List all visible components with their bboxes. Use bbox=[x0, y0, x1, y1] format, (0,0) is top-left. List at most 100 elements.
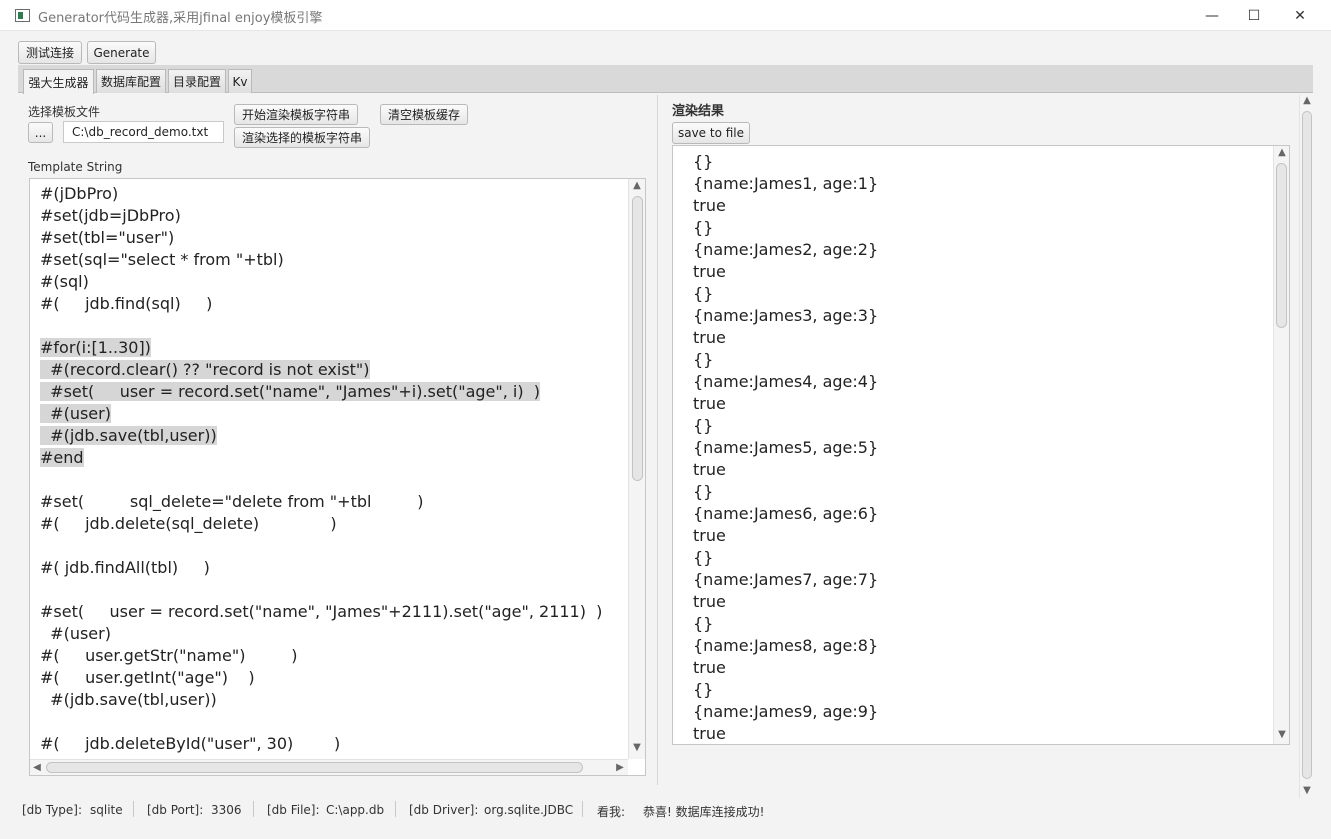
code-line[interactable]: #(sql) bbox=[40, 271, 602, 293]
result-line: {name:James9, age:9} bbox=[693, 702, 879, 721]
code-line[interactable] bbox=[40, 535, 602, 557]
editor-horizontal-scrollbar[interactable]: ◀ ▶ bbox=[30, 759, 628, 775]
result-lines: {} {name:James1, age:1} true {} {name:James2… bbox=[693, 151, 879, 744]
result-line: {name:James3, age:3} bbox=[693, 306, 879, 325]
result-scroll-thumb[interactable] bbox=[1276, 163, 1287, 328]
template-string-label: Template String bbox=[28, 160, 123, 174]
page-scroll-thumb[interactable] bbox=[1302, 111, 1312, 779]
scroll-left-icon[interactable]: ◀ bbox=[30, 762, 44, 773]
code-line[interactable]: #( jdb.findAll(tbl) ) bbox=[40, 557, 602, 579]
scroll-down-icon[interactable]: ▼ bbox=[630, 742, 644, 753]
scroll-up-icon[interactable]: ▲ bbox=[630, 180, 644, 191]
code-line[interactable]: #(record.clear() ?? "record is not exist… bbox=[40, 359, 602, 381]
test-connection-button[interactable]: 测试连接 bbox=[18, 41, 82, 64]
status-separator bbox=[133, 801, 134, 817]
template-path-field[interactable]: C:\db_record_demo.txt bbox=[63, 121, 224, 143]
browse-button[interactable]: ... bbox=[28, 122, 53, 143]
split-divider[interactable] bbox=[657, 95, 658, 785]
tab-db-config[interactable]: 数据库配置 bbox=[96, 69, 166, 93]
editor-vertical-scrollbar[interactable]: ▲ ▼ bbox=[628, 179, 645, 759]
code-line-text: #(record.clear() ?? "record is not exist… bbox=[40, 360, 370, 379]
db-file-label: [db File]: bbox=[267, 803, 320, 817]
code-line[interactable]: #set( user = record.set("name", "James"+… bbox=[40, 601, 602, 623]
code-line-text: #(jDbPro) bbox=[40, 184, 119, 203]
code-line-text: #for(i:[1..30]) bbox=[40, 338, 151, 357]
code-line[interactable]: #(user) bbox=[40, 403, 602, 425]
title-bar: Generator代码生成器,采用jfinal enjoy模板引擎 — ☐ ✕ bbox=[0, 0, 1331, 31]
scroll-up-icon[interactable]: ▲ bbox=[1275, 147, 1289, 158]
result-line: {name:James7, age:7} bbox=[693, 570, 879, 589]
code-line[interactable]: #( user.getInt("age") ) bbox=[40, 667, 602, 689]
close-icon[interactable]: ✕ bbox=[1277, 0, 1323, 31]
app-icon bbox=[15, 9, 30, 22]
code-line[interactable]: #set(jdb=jDbPro) bbox=[40, 205, 602, 227]
code-line[interactable]: #(jdb.save(tbl,user)) bbox=[40, 689, 602, 711]
code-line[interactable]: #for(i:[1..30]) bbox=[40, 337, 602, 359]
code-line[interactable] bbox=[40, 711, 602, 733]
code-line-text: #( user.getStr("name") ) bbox=[40, 646, 298, 665]
page-vertical-scrollbar[interactable]: ▲ ▼ bbox=[1299, 95, 1313, 798]
scroll-up-icon[interactable]: ▲ bbox=[1300, 95, 1314, 106]
code-line-text: #( jdb.deleteById("user", 30) ) bbox=[40, 734, 341, 753]
code-line-text: #set(jdb=jDbPro) bbox=[40, 206, 181, 225]
result-line: true bbox=[693, 262, 726, 281]
result-line: true bbox=[693, 460, 726, 479]
editor-scroll-thumb[interactable] bbox=[632, 196, 643, 481]
save-to-file-button[interactable]: save to file bbox=[672, 122, 750, 144]
window-title: Generator代码生成器,采用jfinal enjoy模板引擎 bbox=[38, 11, 323, 26]
result-line: true bbox=[693, 526, 726, 545]
code-lines[interactable]: #(jDbPro) #set(jdb=jDbPro) #set(tbl="user"… bbox=[40, 183, 602, 755]
code-line[interactable]: #(jDbPro) bbox=[40, 183, 602, 205]
result-output[interactable]: {} {name:James1, age:1} true {} {name:James2… bbox=[672, 145, 1290, 745]
db-port-label: [db Port]: bbox=[147, 803, 204, 817]
code-line[interactable]: #( jdb.deleteById("user", 30) ) bbox=[40, 733, 602, 755]
maximize-icon[interactable]: ☐ bbox=[1231, 0, 1277, 31]
db-type-value: sqlite bbox=[90, 803, 123, 817]
code-line-text: #( jdb.findAll(tbl) ) bbox=[40, 558, 210, 577]
code-line-text: #( jdb.find(sql) ) bbox=[40, 294, 213, 313]
code-line[interactable]: #set( sql_delete="delete from "+tbl ) bbox=[40, 491, 602, 513]
result-line: true bbox=[693, 592, 726, 611]
result-line: {} bbox=[693, 482, 714, 501]
result-vertical-scrollbar[interactable]: ▲ ▼ bbox=[1273, 146, 1289, 744]
result-line: true bbox=[693, 658, 726, 677]
code-line[interactable]: #( jdb.find(sql) ) bbox=[40, 293, 602, 315]
code-line[interactable]: #end bbox=[40, 447, 602, 469]
minimize-icon[interactable]: — bbox=[1189, 0, 1235, 31]
result-label: 渲染结果 bbox=[672, 104, 725, 119]
scroll-down-icon[interactable]: ▼ bbox=[1275, 729, 1289, 740]
code-line[interactable] bbox=[40, 315, 602, 337]
scroll-right-icon[interactable]: ▶ bbox=[613, 762, 627, 773]
code-line[interactable]: #set( user = record.set("name", "James"+… bbox=[40, 381, 602, 403]
code-line-text: #(jdb.save(tbl,user)) bbox=[40, 690, 217, 709]
status-separator bbox=[582, 801, 583, 817]
result-line: {name:James2, age:2} bbox=[693, 240, 879, 259]
code-line[interactable]: #set(sql="select * from "+tbl) bbox=[40, 249, 602, 271]
code-line[interactable]: #(jdb.save(tbl,user)) bbox=[40, 425, 602, 447]
code-line-text: #(user) bbox=[40, 404, 111, 423]
tab-generator[interactable]: 强大生成器 bbox=[23, 69, 94, 94]
result-line: {name:James5, age:5} bbox=[693, 438, 879, 457]
code-line[interactable] bbox=[40, 469, 602, 491]
code-line[interactable] bbox=[40, 579, 602, 601]
render-selected-button[interactable]: 渲染选择的模板字符串 bbox=[234, 127, 370, 148]
code-line[interactable]: #set(tbl="user") bbox=[40, 227, 602, 249]
template-editor[interactable]: #(jDbPro) #set(jdb=jDbPro) #set(tbl="user"… bbox=[29, 178, 646, 776]
code-line[interactable]: #( user.getStr("name") ) bbox=[40, 645, 602, 667]
generate-button[interactable]: Generate bbox=[87, 41, 156, 64]
code-line[interactable]: #(user) bbox=[40, 623, 602, 645]
editor-hscroll-thumb[interactable] bbox=[46, 762, 583, 773]
result-line: true bbox=[693, 394, 726, 413]
code-line-text: #set(tbl="user") bbox=[40, 228, 175, 247]
code-line[interactable]: #( jdb.delete(sql_delete) ) bbox=[40, 513, 602, 535]
code-line-text: #( jdb.delete(sql_delete) ) bbox=[40, 514, 337, 533]
status-message: 恭喜! 数据库连接成功! bbox=[643, 805, 765, 819]
result-line: true bbox=[693, 328, 726, 347]
clear-cache-button[interactable]: 清空模板缓存 bbox=[380, 104, 468, 125]
render-template-button[interactable]: 开始渲染模板字符串 bbox=[234, 104, 358, 125]
code-line-text: #(jdb.save(tbl,user)) bbox=[40, 426, 217, 445]
result-line: true bbox=[693, 724, 726, 743]
tab-kv[interactable]: Kv bbox=[228, 69, 252, 93]
tab-dir-config[interactable]: 目录配置 bbox=[168, 69, 226, 93]
code-line-text: #set( user = record.set("name", "James"+… bbox=[40, 602, 603, 621]
